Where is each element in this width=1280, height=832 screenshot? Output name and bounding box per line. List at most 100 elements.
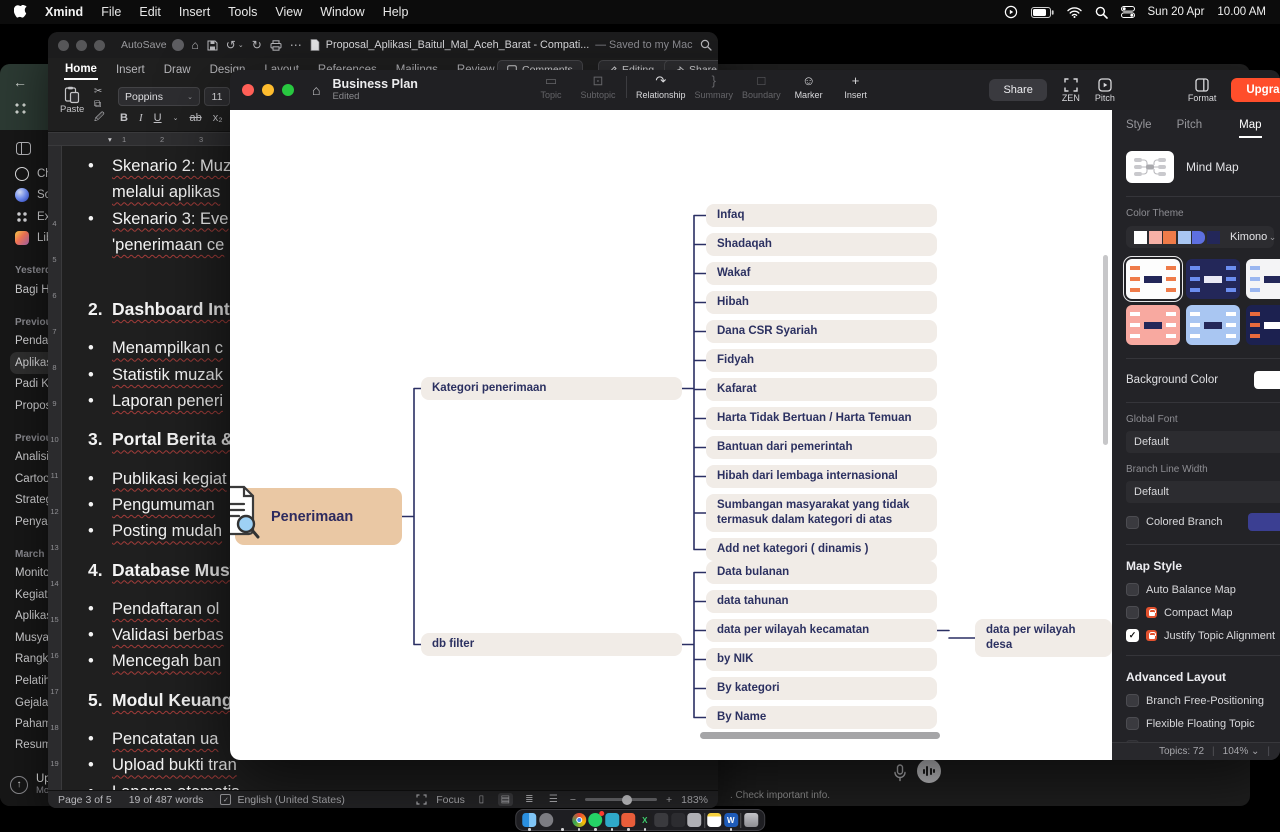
mindmap-canvas[interactable]: Penerimaan Kategori penerimaan db filter… [230, 110, 1112, 760]
language-indicator[interactable]: English (United States) [237, 794, 344, 806]
undo-icon[interactable]: ↺⌄ [226, 38, 244, 52]
dock-app-icon[interactable] [572, 813, 586, 827]
document-search-sticker-icon[interactable] [230, 484, 260, 545]
screen-record-icon[interactable] [1004, 5, 1018, 19]
zoom-button[interactable] [94, 40, 105, 51]
ruler-vertical[interactable]: 4567891011121314151617181920 [48, 146, 62, 790]
central-topic[interactable]: Penerimaan [235, 488, 402, 545]
strikethrough-button[interactable]: ab [189, 112, 201, 124]
spotlight-search-icon[interactable] [1095, 6, 1108, 19]
zoom-slider-knob[interactable] [622, 795, 632, 805]
zen-button[interactable]: ZEN [1062, 78, 1080, 103]
flexible-floating-topic-row[interactable]: Flexible Floating Topic [1126, 717, 1280, 730]
subtopic[interactable]: Hibah dari lembaga internasional [706, 465, 937, 488]
view-read-icon[interactable]: ▯ [474, 793, 489, 806]
menu-edit[interactable]: Edit [139, 5, 161, 19]
zoom-button[interactable] [282, 84, 294, 96]
menu-file[interactable]: File [101, 5, 121, 19]
panel-tab[interactable]: Pitch [1177, 115, 1203, 138]
auto-balance-row[interactable]: Auto Balance Map [1126, 583, 1280, 596]
font-name-select[interactable]: Poppins ⌄ [118, 87, 200, 106]
theme-thumb[interactable] [1246, 259, 1280, 299]
zoom-percent[interactable]: 183% [681, 794, 708, 806]
copy-icon[interactable]: ⧉ [94, 100, 105, 110]
menu-app-name[interactable]: Xmind [45, 5, 83, 19]
focus-icon[interactable] [416, 794, 427, 805]
background-color-swatch[interactable] [1254, 371, 1280, 389]
subtopic[interactable]: Add net kategori ( dinamis ) [706, 538, 937, 561]
control-center-icon[interactable] [1121, 6, 1135, 18]
subtopic-desa[interactable]: data per wilayah desa [975, 619, 1112, 657]
focus-label[interactable]: Focus [436, 794, 465, 806]
panel-tab[interactable]: Map [1239, 115, 1261, 138]
ribbon-tab[interactable]: Insert [115, 61, 146, 79]
global-font-select[interactable]: Default [1126, 431, 1280, 453]
minimize-button[interactable] [76, 40, 87, 51]
color-theme-select[interactable]: Kimono ⌄ [1126, 226, 1274, 248]
page-indicator[interactable]: Page 3 of 5 [58, 794, 112, 806]
print-icon[interactable] [270, 40, 282, 51]
theme-thumb[interactable] [1246, 305, 1280, 345]
apple-menu-icon[interactable] [14, 5, 27, 20]
voice-mode-button[interactable] [917, 759, 941, 783]
pitch-button[interactable]: Pitch [1095, 78, 1115, 103]
app-grid-icon[interactable] [14, 102, 27, 115]
subtopic[interactable]: Harta Tidak Bertuan / Harta Temuan [706, 407, 937, 430]
horizontal-scrollbar[interactable] [700, 732, 940, 739]
close-button[interactable] [242, 84, 254, 96]
menu-tools[interactable]: Tools [228, 5, 257, 19]
structure-row[interactable]: Mind Map [1126, 151, 1280, 183]
branch-line-width-select[interactable]: Default [1126, 481, 1280, 503]
toolbar-button[interactable]: + Insert [837, 73, 875, 100]
dock-app-icon[interactable] [621, 813, 635, 827]
dock-app-icon[interactable] [744, 813, 758, 827]
main-topic-kategori[interactable]: Kategori penerimaan [421, 377, 682, 400]
dock-app-icon[interactable] [704, 813, 705, 828]
home-icon[interactable]: ⌂ [192, 38, 199, 52]
theme-thumb[interactable] [1186, 305, 1240, 345]
paste-button[interactable]: Paste [60, 86, 84, 115]
underline-button[interactable]: U [154, 112, 162, 124]
branch-free-positioning-checkbox[interactable] [1126, 694, 1139, 707]
view-web-icon[interactable]: ≣ [522, 793, 537, 806]
underline-chevron[interactable]: ⌄ [173, 114, 179, 122]
theme-thumb-selected[interactable] [1126, 259, 1180, 299]
toolbar-button[interactable]: ↷ Relationship [636, 73, 686, 100]
compact-map-row[interactable]: Compact Map [1126, 606, 1280, 619]
subtopic[interactable]: Infaq [706, 204, 937, 227]
indent-marker[interactable]: ▾ [108, 135, 112, 144]
dock-app-icon[interactable] [687, 813, 701, 827]
theme-thumb[interactable] [1126, 305, 1180, 345]
dock-app-icon[interactable] [724, 813, 738, 827]
menu-insert[interactable]: Insert [179, 5, 210, 19]
menu-time[interactable]: 10.00 AM [1217, 6, 1266, 18]
search-icon[interactable] [700, 39, 712, 51]
menu-help[interactable]: Help [383, 5, 409, 19]
subtopic[interactable]: By Name [706, 706, 937, 729]
toolbar-button[interactable]: ▭ Topic [532, 73, 570, 100]
zoom-in-button[interactable]: + [666, 794, 672, 806]
toolbar-button[interactable]: □ Boundary [742, 73, 781, 100]
subtopic[interactable]: Bantuan dari pemerintah [706, 436, 937, 459]
upgrade-button[interactable]: Upgrade [1231, 78, 1280, 102]
more-icon[interactable]: ⋯ [290, 38, 302, 52]
subtopic[interactable]: Hibah [706, 291, 937, 314]
zoom-out-button[interactable]: − [570, 794, 576, 806]
subtopic[interactable]: Shadaqah [706, 233, 937, 256]
subtopic[interactable]: Kafarat [706, 378, 937, 401]
dock-app-icon[interactable] [707, 813, 721, 827]
ribbon-tab[interactable]: Draw [163, 61, 192, 79]
save-icon[interactable] [207, 40, 218, 51]
main-topic-db-filter[interactable]: db filter [421, 633, 682, 656]
flexible-floating-topic-checkbox[interactable] [1126, 717, 1139, 730]
close-button[interactable] [58, 40, 69, 51]
subtopic[interactable]: Fidyah [706, 349, 937, 372]
battery-icon[interactable] [1031, 7, 1054, 18]
branch-color-swatch[interactable] [1248, 513, 1280, 531]
view-print-icon[interactable]: ▤ [498, 793, 513, 806]
italic-button[interactable]: I [139, 112, 143, 124]
subtopic[interactable]: By kategori [706, 677, 937, 700]
auto-balance-checkbox[interactable] [1126, 583, 1139, 596]
subtopic[interactable]: data per wilayah kecamatan [706, 619, 937, 642]
format-button[interactable]: Format [1188, 78, 1217, 103]
